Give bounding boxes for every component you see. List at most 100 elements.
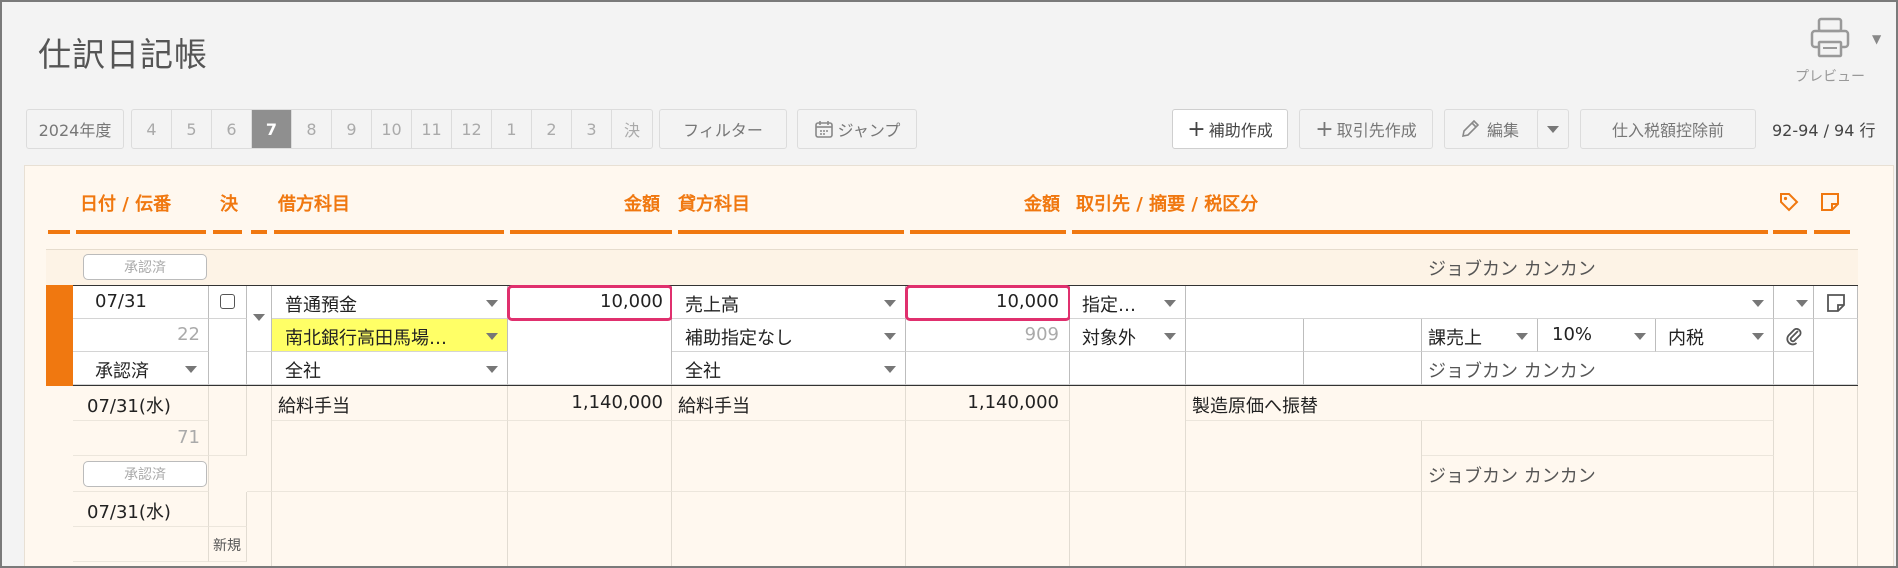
date-value: 07/31(水) <box>87 396 171 417</box>
add-partner-button[interactable]: + 取引先作成 <box>1299 109 1433 149</box>
note-cell <box>1814 386 1858 492</box>
credit-code-field[interactable]: 909 <box>906 319 1070 352</box>
debit-account-cell[interactable]: 給料手当 <box>272 386 508 421</box>
debit-account-cell[interactable] <box>272 492 508 566</box>
month-12[interactable]: 12 <box>452 110 492 148</box>
partner-cell[interactable] <box>1070 492 1186 566</box>
month-2[interactable]: 2 <box>532 110 572 148</box>
credit-amount-cell <box>906 421 1070 492</box>
header-divider <box>510 230 672 234</box>
memo-cell[interactable] <box>1186 492 1422 566</box>
credit-amount-value: 1,140,000 <box>967 392 1059 413</box>
month-9[interactable]: 9 <box>332 110 372 148</box>
column-debit-account[interactable]: 借方科目 <box>278 190 350 216</box>
credit-account-cell[interactable]: 給料手当 <box>672 386 906 421</box>
credit-amount-cell[interactable] <box>906 492 1070 566</box>
month-7[interactable]: 7 <box>252 110 292 148</box>
jump-label: ジャンプ <box>837 121 901 140</box>
slip-number-cell[interactable]: 71 <box>73 421 209 456</box>
row-menu[interactable] <box>247 286 272 352</box>
add-sub-account-button[interactable]: + 補助作成 <box>1172 109 1288 149</box>
new-row-cell[interactable]: 新規 <box>209 527 247 562</box>
date-value: 07/31 <box>95 291 147 312</box>
header-divider <box>251 230 267 234</box>
preview-dropdown-icon[interactable]: ▼ <box>1872 32 1881 46</box>
tag-icon[interactable] <box>1778 191 1800 213</box>
settle-cell <box>209 492 247 527</box>
tax-rate-select[interactable]: 10% <box>1538 319 1656 352</box>
settle-checkbox[interactable] <box>220 294 235 309</box>
credit-code-value: 909 <box>1024 324 1059 345</box>
month-8[interactable]: 8 <box>292 110 332 148</box>
tax-cell[interactable] <box>1422 492 1774 566</box>
column-settle[interactable]: 決 <box>220 190 238 216</box>
new-row-label: 新規 <box>213 538 241 554</box>
date-cell[interactable]: 07/31(水) <box>73 492 209 527</box>
approval-select[interactable]: 承認済 <box>73 352 209 385</box>
column-debit-amount[interactable]: 金額 <box>624 190 660 216</box>
memo-blank <box>1304 352 1422 385</box>
tax-scope-select[interactable]: 対象外 <box>1070 319 1186 352</box>
month-settlement[interactable]: 決 <box>612 110 652 148</box>
note-icon[interactable] <box>1819 191 1841 213</box>
tax-type-select[interactable]: 課売上 <box>1422 319 1538 352</box>
month-1[interactable]: 1 <box>492 110 532 148</box>
preview-button[interactable]: プレビュー <box>1786 16 1874 86</box>
tax-credit-button[interactable]: 仕入税額控除前 <box>1580 109 1756 149</box>
jump-button[interactable]: ジャンプ <box>797 109 917 149</box>
chevron-down-icon <box>884 366 896 373</box>
debit-amount-cell <box>508 421 672 492</box>
slip-number-field[interactable]: 22 <box>73 319 209 352</box>
note-cell <box>1814 492 1858 566</box>
chevron-down-icon <box>1634 333 1646 340</box>
memo-cell[interactable]: 製造原価へ振替 <box>1186 386 1774 421</box>
approval-badge[interactable]: 承認済 <box>83 254 207 280</box>
plus-icon: + <box>1315 116 1334 142</box>
credit-account-select[interactable]: 売上高 <box>672 286 906 319</box>
header-divider <box>910 230 1066 234</box>
month-11[interactable]: 11 <box>412 110 452 148</box>
month-6[interactable]: 6 <box>212 110 252 148</box>
edit-dropdown[interactable] <box>1537 109 1569 149</box>
debit-account-value: 普通預金 <box>285 295 357 316</box>
approval-badge[interactable]: 承認済 <box>83 461 207 487</box>
paperclip-icon <box>1786 328 1802 346</box>
column-date[interactable]: 日付 / 伝番 <box>80 190 171 216</box>
filter-button[interactable]: フィルター <box>659 109 787 149</box>
month-4[interactable]: 4 <box>132 110 172 148</box>
note-button[interactable] <box>1814 286 1858 319</box>
debit-amount-cell[interactable]: 1,140,000 <box>508 386 672 421</box>
calendar-icon <box>814 121 833 138</box>
credit-department-select[interactable]: 全社 <box>672 352 906 385</box>
credit-account-cell[interactable] <box>672 492 906 566</box>
tag-cell <box>1774 386 1814 492</box>
month-3[interactable]: 3 <box>572 110 612 148</box>
tax-inclusion-select[interactable]: 内税 <box>1656 319 1774 352</box>
month-10[interactable]: 10 <box>372 110 412 148</box>
debit-account-select[interactable]: 普通預金 <box>272 286 508 319</box>
date-value: 07/31(水) <box>87 502 171 523</box>
partner-select[interactable]: 指定… <box>1070 286 1186 319</box>
approval-value: 承認済 <box>95 361 149 382</box>
memo-select[interactable] <box>1186 286 1774 319</box>
column-credit-amount[interactable]: 金額 <box>1024 190 1060 216</box>
debit-department-select[interactable]: 全社 <box>272 352 508 385</box>
memo-blank[interactable] <box>1186 319 1304 352</box>
credit-amount-cell[interactable]: 1,140,000 <box>906 386 1070 421</box>
debit-amount-cell[interactable] <box>508 492 672 566</box>
slip-number-cell <box>73 527 209 562</box>
tag-select[interactable] <box>1774 286 1814 319</box>
column-credit-account[interactable]: 貸方科目 <box>678 190 750 216</box>
date-cell[interactable]: 07/31(水) <box>73 386 209 421</box>
credit-sub-account-select[interactable]: 補助指定なし <box>672 319 906 352</box>
date-field[interactable]: 07/31 <box>73 286 209 319</box>
fiscal-year-button[interactable]: 2024年度 <box>26 109 124 149</box>
debit-amount-highlight <box>507 285 673 321</box>
attachment-button[interactable] <box>1774 319 1814 352</box>
chevron-down-icon <box>1752 333 1764 340</box>
month-5[interactable]: 5 <box>172 110 212 148</box>
memo-blank[interactable] <box>1304 319 1422 352</box>
debit-sub-account-select[interactable]: 南北銀行高田馬場… <box>272 319 508 352</box>
column-partner[interactable]: 取引先 / 摘要 / 税区分 <box>1076 190 1258 216</box>
tax-credit-label: 仕入税額控除前 <box>1611 121 1724 140</box>
